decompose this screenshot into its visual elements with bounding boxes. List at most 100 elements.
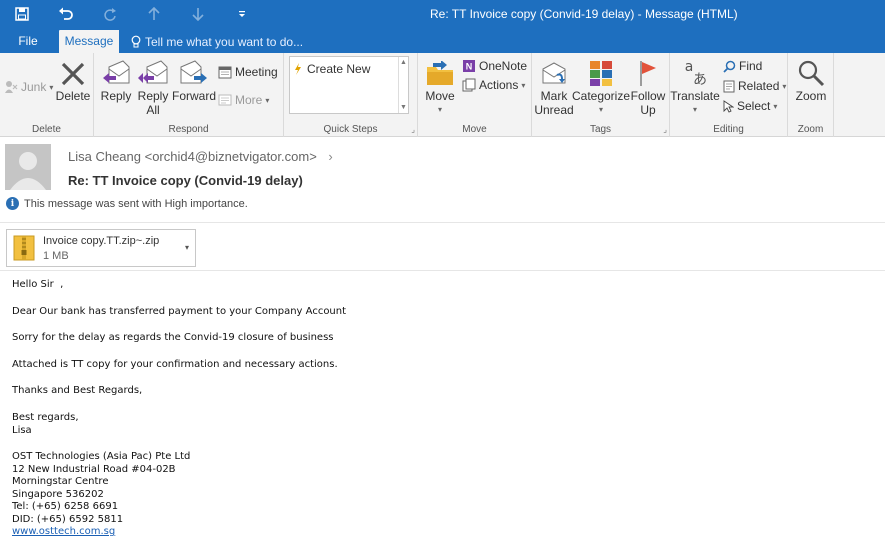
info-icon: i [6,197,19,210]
body-thanks: Thanks and Best Regards, [12,385,143,396]
customize-icon [239,11,245,17]
chevron-right-icon: › [328,149,333,164]
delete-button[interactable]: Delete [54,57,92,103]
undo-icon [59,7,73,20]
chevron-down-icon: ▾ [773,101,778,111]
tags-group-label: Tags [589,124,612,135]
body-divider [0,270,885,271]
more-button[interactable]: More ▾ [218,93,269,107]
find-button[interactable]: Find [723,59,762,73]
lightbulb-icon [131,35,141,48]
person-icon [10,152,46,190]
more-icon [218,94,232,106]
redo-icon [104,8,116,21]
tab-message[interactable]: Message [59,30,119,53]
select-button[interactable]: Select ▾ [723,99,777,113]
attachment-size: 1 MB [43,250,69,262]
editing-group: aあ Translate ▾ Find Related ▾ Select ▾ E… [670,53,788,137]
dialog-launcher-icon[interactable]: ⌟ [411,125,415,134]
save-button[interactable] [0,0,44,28]
attachment-card[interactable]: Invoice copy.TT.zip~.zip 1 MB ▾ [6,229,196,267]
categorize-button[interactable]: Categorize ▾ [572,57,630,117]
reply-button[interactable]: Reply [98,57,134,103]
undo-button[interactable] [44,0,88,28]
tab-file[interactable]: File [10,30,46,53]
mark-unread-button[interactable]: Mark Unread [534,57,574,117]
follow-up-label-1: Follow [630,89,666,103]
reply-all-button[interactable]: Reply All [134,57,172,117]
onenote-label: OneNote [479,59,528,73]
website-link[interactable]: www.osttech.com.sg [12,526,115,539]
message-header: Lisa Cheang <orchid4@biznetvigator.com> … [0,137,885,222]
junk-icon [5,81,18,93]
importance-notice: i This message was sent with High import… [6,197,248,210]
body-paragraph: Sorry for the delay as regards the Convi… [12,332,334,343]
attachment-name: Invoice copy.TT.zip~.zip [43,235,160,247]
quick-access-toolbar [0,0,264,28]
move-group-label: Move [462,124,487,135]
search-icon [723,60,736,73]
svg-text:あ: あ [693,72,707,87]
folder-move-icon [427,61,453,85]
importance-text: This message was sent with High importan… [24,197,248,210]
quick-steps-scrollbar[interactable]: ▲ ▼ [398,57,408,113]
envelope-unread-icon [542,62,566,84]
ribbon: Junk ▾ Delete Delete Reply Reply All For… [0,53,885,137]
translate-icon: aあ [685,59,707,87]
up-arrow-icon [148,7,160,20]
quick-steps-group: Create New ▲ ▼ Quick Steps ⌟ [284,53,418,137]
quick-steps-group-label: Quick Steps [323,124,378,135]
body-sender-name: Lisa [12,425,32,436]
actions-icon [462,78,476,92]
zoom-group: Zoom Zoom [788,53,834,137]
quick-steps-gallery: Create New ▲ ▼ [289,56,409,114]
message-subject: Re: TT Invoice copy (Convid-19 delay) [68,173,303,188]
related-button[interactable]: Related ▾ [723,79,786,93]
junk-button[interactable]: Junk ▾ [4,80,53,94]
forward-button[interactable]: Forward [172,57,216,103]
redo-button[interactable] [88,0,132,28]
respond-group-label: Respond [168,124,209,135]
customize-toolbar-button[interactable] [220,0,264,28]
translate-button[interactable]: aあ Translate ▾ [670,57,720,117]
dialog-launcher-icon[interactable]: ⌟ [663,125,667,134]
flag-icon [640,61,656,86]
actions-button[interactable]: Actions ▾ [462,78,525,92]
follow-up-label-2: Up [640,103,656,117]
respond-group: Reply Reply All Forward Meeting More ▾ R… [94,53,284,137]
mark-unread-label-1: Mark [540,89,568,103]
sender-line[interactable]: Lisa Cheang <orchid4@biznetvigator.com> … [68,149,333,164]
chevron-down-icon: ▾ [265,95,270,105]
onenote-button[interactable]: N OneNote [462,59,527,73]
categorize-label: Categorize [571,89,631,103]
tell-me-search[interactable]: Tell me what you want to do... [131,30,303,53]
create-new-quick-step[interactable]: Create New [294,62,370,76]
signature-line: Morningstar Centre [12,476,109,487]
calendar-icon [218,66,232,79]
magnifier-icon [798,60,825,87]
signature-line: Tel: (+65) 6258 6691 [12,501,119,512]
follow-up-button[interactable]: Follow Up [630,57,666,117]
title-bar: Re: TT Invoice copy (Convid-19 delay) - … [0,0,885,28]
chevron-down-icon: ▾ [437,105,442,114]
meeting-button[interactable]: Meeting [218,65,278,79]
header-divider [0,222,885,223]
move-button[interactable]: Move ▾ [422,57,458,117]
junk-label: Junk [21,80,47,94]
select-label: Select [737,99,771,113]
cursor-icon [723,99,734,113]
body-paragraph: Dear Our bank has transferred payment to… [12,306,347,317]
zoom-button[interactable]: Zoom [790,57,832,103]
body-paragraph: Attached is TT copy for your confirmatio… [12,359,338,370]
next-item-button[interactable] [176,0,220,28]
tell-me-label: Tell me what you want to do... [145,34,304,49]
chevron-down-icon: ▾ [692,105,697,114]
signature-line: OST Technologies (Asia Pac) Pte Ltd [12,451,191,462]
delete-group-label: Delete [32,124,61,135]
previous-item-button[interactable] [132,0,176,28]
chevron-down-icon[interactable]: ▾ [185,243,189,252]
svg-text:a: a [685,59,694,75]
save-icon [15,7,29,21]
chevron-down-icon: ▾ [782,81,787,91]
categorize-icon [590,61,612,86]
